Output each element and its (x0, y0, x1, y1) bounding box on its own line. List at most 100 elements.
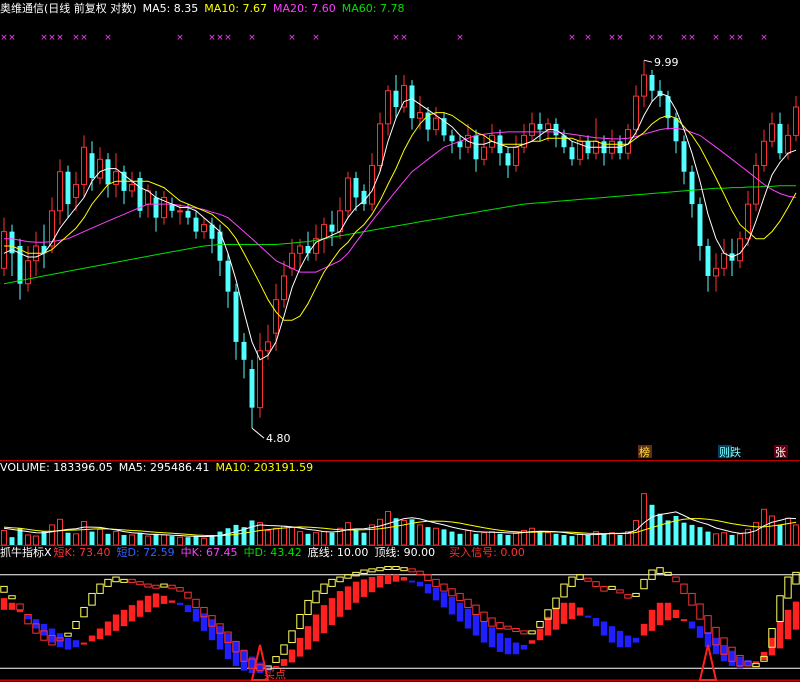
volume-bar-down (729, 534, 735, 545)
volume-bar-up (113, 531, 119, 546)
volume-bar-up (81, 521, 87, 546)
volume-bar-down (497, 533, 503, 545)
volume-bar-down (41, 531, 47, 545)
volume-bar-down (249, 520, 255, 545)
candle-down (505, 153, 511, 166)
stock-chart[interactable]: 9.994.80× × × × × × × × × × × × × × × × × × × × × × × × × × × × × ×榜则… (0, 0, 800, 682)
signal-x-mark: × (0, 33, 8, 43)
candle-up (769, 123, 775, 142)
mid-trend-bar-bull (648, 609, 656, 631)
status-tag: 张 (775, 446, 786, 459)
candle-down (305, 245, 311, 254)
mid-trend-bar-bull (128, 605, 136, 622)
candle-down (137, 178, 143, 211)
candle-up (633, 95, 639, 131)
mid-trend-bar-bear (608, 626, 616, 643)
volume-bar-down (9, 537, 15, 545)
volume-bar-up (793, 524, 799, 546)
candle-down (225, 260, 231, 292)
chart-background (0, 0, 800, 682)
signal-x-mark: × (400, 33, 408, 43)
mid-trend-bar-bear (464, 608, 472, 629)
candle-down (777, 123, 783, 154)
candle-up (521, 134, 527, 148)
candle-down (89, 153, 95, 179)
candle-down (705, 245, 711, 276)
candle-up (417, 112, 423, 119)
volume-bar-up (769, 515, 775, 546)
bottom-line-label: 底线: 10.00 (307, 546, 369, 559)
volume-bar-down (561, 534, 567, 545)
mid-trend-bar-bear (488, 627, 496, 648)
mid-trend-bar-bull (768, 637, 776, 656)
candle-up (369, 164, 375, 205)
mid-trend-bar-bear (432, 587, 440, 601)
volume-bar-up (1, 529, 7, 546)
volume-bar-down (457, 533, 463, 545)
signal-x-mark: × (72, 33, 80, 43)
candle-up (785, 134, 791, 154)
volume-bar-up (465, 529, 471, 546)
mid-trend-bar-bull (160, 595, 168, 604)
volume-bar-down (449, 531, 455, 545)
mid-trend-bar-bull (320, 605, 328, 634)
candle-down (649, 74, 655, 91)
mid-trend-bar-bull (568, 602, 576, 620)
indicator-legend: 抓牛指标X 短K: 73.40 短D: 72.59 中K: 67.45 中D: 43.4… (0, 546, 531, 560)
mid-trend-bar-bear (472, 614, 480, 636)
candle-up (25, 260, 31, 285)
mid-trend-bar-bear (256, 662, 264, 673)
volume-bar-down (649, 504, 655, 545)
volume-bar-up (297, 531, 303, 546)
ma60-label: MA60: 7.78 (341, 2, 405, 15)
volume-ma10-label: MA10: 203191.59 (215, 461, 314, 474)
mid-trend-bar-bear (624, 635, 632, 648)
volume-bar-up (713, 533, 719, 546)
mid-trend-bar-bull (296, 637, 304, 657)
volume-bar-down (393, 518, 399, 545)
short-k-label: 短K: 73.40 (53, 546, 111, 559)
volume-bar-up (345, 522, 351, 546)
mid-trend-bar-bear (632, 637, 640, 643)
candle-up (281, 275, 287, 301)
mid-trend-bar-bull (784, 609, 792, 640)
volume-bar-up (529, 527, 535, 546)
mid-trend-bar-bear (40, 623, 48, 636)
mid-trend-bar-bear (440, 592, 448, 608)
volume-bar-down (193, 536, 199, 545)
mid-trend-bar-bull (104, 621, 112, 636)
status-tag: 则跌 (719, 445, 741, 459)
mid-trend-bar-bear (408, 580, 416, 583)
signal-x-mark: × (216, 33, 224, 43)
candle-up (265, 341, 271, 352)
candle-up (201, 224, 207, 233)
volume-bar-up (201, 537, 207, 546)
volume-label: VOLUME: 183396.05 (0, 461, 113, 474)
candle-up (529, 123, 535, 136)
volume-bar-down (105, 533, 111, 545)
volume-bar-down (441, 529, 447, 545)
candle-up (129, 183, 135, 192)
volume-bar-up (481, 532, 487, 546)
volume-bar-up (753, 522, 759, 546)
volume-bar-down (537, 531, 543, 545)
mid-trend-bar-bull (792, 601, 800, 630)
signal-x-mark: × (648, 33, 656, 43)
volume-bar-up (57, 518, 63, 546)
candle-up (793, 106, 799, 136)
volume-bar-up (745, 528, 751, 546)
candle-down (193, 217, 199, 232)
signal-x-mark: × (208, 33, 216, 43)
mid-trend-bar-bull (288, 649, 296, 663)
volume-bar-down (681, 522, 687, 545)
mid-trend-bar-bear (688, 621, 696, 629)
signal-x-mark: × (176, 33, 184, 43)
candle-up (433, 117, 439, 131)
volume-bar-down (65, 532, 71, 545)
volume-bar-down (217, 531, 223, 545)
candle-down (681, 141, 687, 172)
candle-up (481, 146, 487, 160)
mid-trend-bar-bull (312, 614, 320, 642)
mid-trend-bar-bear (224, 633, 232, 659)
mid-trend-bar-bull (344, 586, 352, 610)
